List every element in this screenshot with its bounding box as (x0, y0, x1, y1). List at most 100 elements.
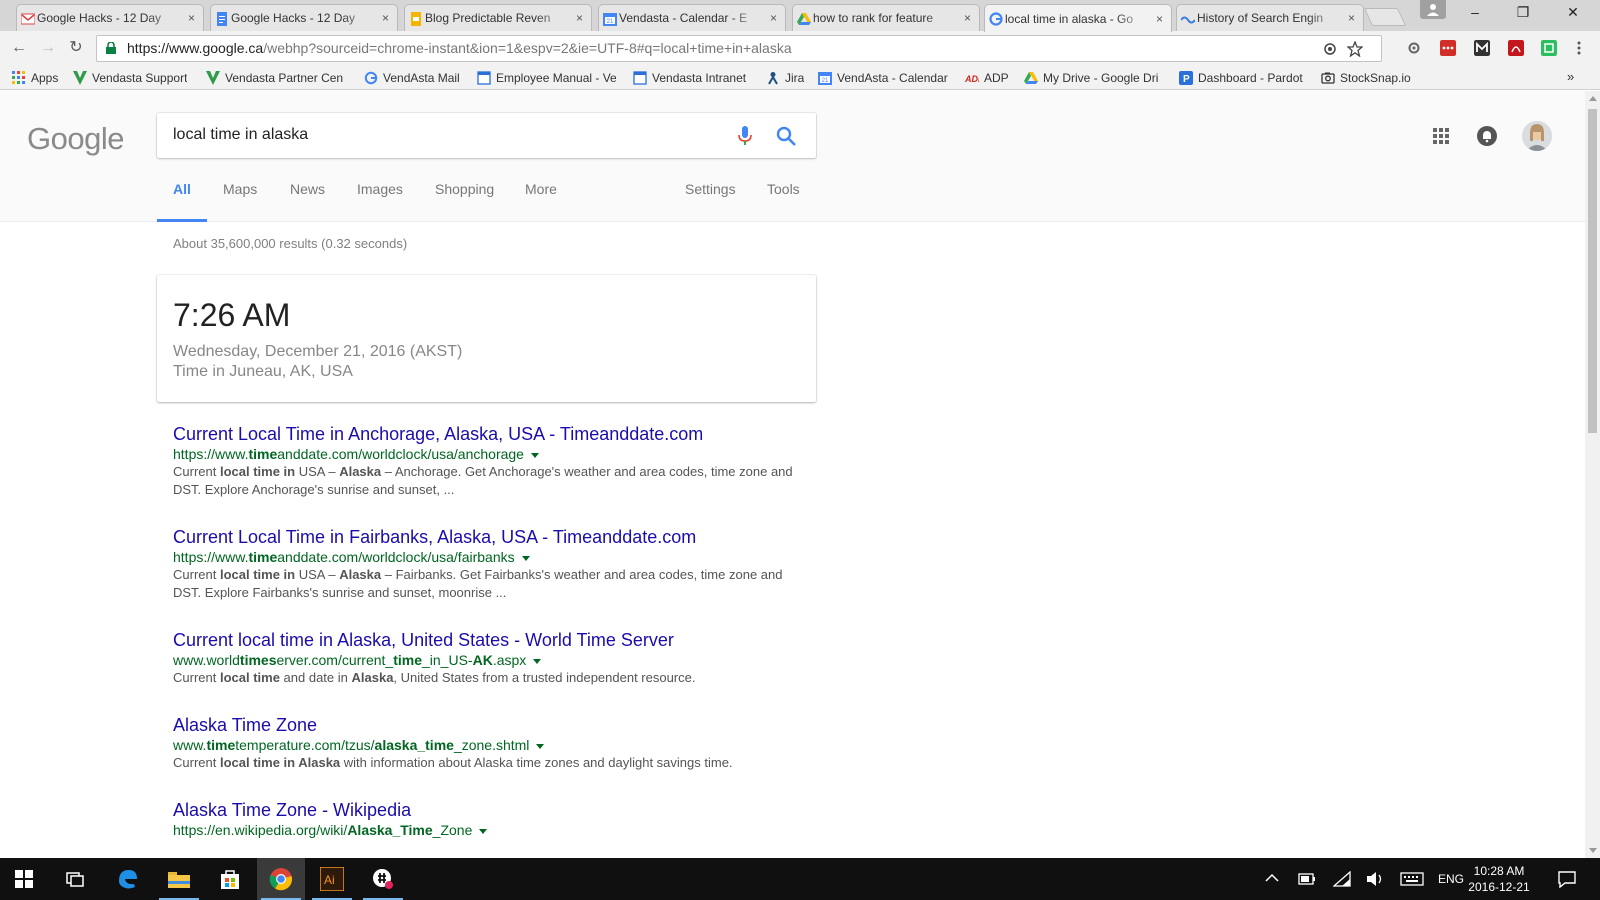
windows-start-button[interactable] (0, 858, 48, 900)
result-title-link[interactable]: Alaska Time Zone - Wikipedia (173, 799, 813, 821)
system-clock[interactable]: 10:28 AM 2016-12-21 (1466, 863, 1532, 895)
dropdown-caret-icon[interactable] (521, 555, 530, 561)
apps-grid-icon[interactable] (1429, 124, 1453, 148)
bookmark-vendasta-intranet[interactable]: Vendasta Intranet (633, 69, 746, 86)
mixmax-icon[interactable] (1474, 40, 1490, 56)
menu-kebab-icon[interactable] (1576, 40, 1582, 56)
calendar-icon: 21 (818, 71, 832, 85)
result-title-link[interactable]: Alaska Time Zone (173, 714, 813, 736)
tab-more[interactable]: More (525, 178, 557, 222)
close-icon[interactable]: × (188, 11, 195, 25)
taskbar-chrome[interactable] (257, 858, 305, 900)
avatar[interactable] (1522, 121, 1552, 151)
tab-all[interactable]: All (157, 178, 207, 222)
search-input[interactable]: local time in alaska (173, 126, 308, 144)
taskbar-edge[interactable] (104, 858, 152, 900)
language-indicator[interactable]: ENG (1438, 872, 1464, 886)
notifications-icon[interactable] (1475, 124, 1499, 148)
close-icon[interactable]: × (1348, 11, 1355, 25)
browser-tab-3[interactable]: Blog Predictable Reven × (404, 4, 592, 31)
tab-news[interactable]: News (290, 178, 325, 222)
search-box[interactable]: local time in alaska (157, 113, 816, 158)
browser-tab-4[interactable]: 21 Vendasta - Calendar - E × (598, 4, 786, 31)
browser-tab-2[interactable]: Google Hacks - 12 Day × (210, 4, 398, 31)
action-center-icon[interactable] (1557, 870, 1577, 888)
chevron-up-icon[interactable] (1265, 873, 1279, 883)
search-result: Alaska Time Zone www.timetemperature.com/… (173, 714, 813, 772)
taskbar-store[interactable] (206, 858, 254, 900)
taskbar-slack[interactable] (359, 858, 407, 900)
close-icon[interactable]: × (770, 11, 777, 25)
bookmark-adp[interactable]: ADP ADP (965, 69, 1009, 86)
dropdown-caret-icon[interactable] (479, 828, 488, 834)
tab-maps[interactable]: Maps (223, 178, 257, 222)
dropdown-caret-icon[interactable] (533, 658, 542, 664)
tab-settings[interactable]: Settings (685, 178, 736, 222)
bookmark-jira[interactable]: Jira (766, 69, 804, 86)
result-title-link[interactable]: Current local time in Alaska, United Sta… (173, 629, 813, 651)
tab-shopping[interactable]: Shopping (435, 178, 494, 222)
pdf-icon[interactable] (1508, 40, 1524, 56)
dropdown-caret-icon[interactable] (536, 743, 545, 749)
task-view-icon (66, 872, 84, 887)
bookmark-my-drive[interactable]: My Drive - Google Dri (1024, 69, 1163, 86)
browser-tab-6-active[interactable]: local time in alaska - Go × (984, 4, 1172, 32)
tab-tools[interactable]: Tools (767, 178, 800, 222)
result-title-link[interactable]: Current Local Time in Anchorage, Alaska,… (173, 423, 813, 445)
bookmark-apps[interactable]: Apps (12, 69, 58, 86)
chrome-icon (269, 868, 293, 891)
location-target-icon[interactable] (1322, 41, 1338, 57)
bookmark-vendasta-calendar[interactable]: 21 VendAsta - Calendar (818, 69, 948, 86)
scrollbar-thumb[interactable] (1588, 109, 1597, 433)
reload-button[interactable]: ↻ (66, 39, 86, 59)
back-button[interactable]: ← (9, 39, 29, 59)
bookmark-star-icon[interactable] (1347, 41, 1363, 57)
taskbar-file-explorer[interactable] (155, 858, 203, 900)
result-title-link[interactable]: Current Local Time in Fairbanks, Alaska,… (173, 526, 813, 548)
browser-tab-5[interactable]: how to rank for feature × (792, 4, 980, 31)
browser-tab-1[interactable]: Google Hacks - 12 Day × (16, 4, 204, 31)
search-result: Current Local Time in Fairbanks, Alaska,… (173, 526, 813, 602)
battery-icon[interactable] (1298, 873, 1316, 885)
close-icon[interactable]: × (576, 11, 583, 25)
keyboard-icon[interactable] (1400, 872, 1424, 886)
bookmark-vendasta-support[interactable]: Vendasta Support (73, 69, 187, 86)
tab-images[interactable]: Images (357, 178, 403, 222)
evernote-like-icon[interactable] (1541, 40, 1557, 56)
close-icon[interactable]: × (382, 11, 389, 25)
profile-icon[interactable] (1420, 0, 1446, 19)
scroll-down-arrow-icon[interactable] (1589, 848, 1597, 853)
forward-button[interactable]: → (38, 39, 58, 59)
dropdown-caret-icon[interactable] (530, 452, 539, 458)
bookmark-vendasta-mail[interactable]: VendAsta Mail (364, 69, 460, 86)
new-tab-button[interactable] (1363, 8, 1407, 26)
lastpass-icon[interactable] (1440, 40, 1456, 56)
address-bar[interactable]: https://www.google.ca/webhp?sourceid=chr… (96, 35, 1382, 62)
taskbar-illustrator[interactable]: Ai (308, 858, 356, 900)
network-icon[interactable] (1333, 871, 1351, 887)
browser-tab-7[interactable]: History of Search Engin × (1176, 4, 1364, 31)
result-url-part: AK (472, 652, 493, 668)
volume-icon[interactable] (1366, 871, 1384, 887)
search-icon[interactable] (775, 125, 797, 147)
bookmarks-overflow-button[interactable]: » (1567, 69, 1574, 84)
maximize-button[interactable]: ❐ (1503, 4, 1543, 21)
window-close-button[interactable]: ✕ (1553, 4, 1593, 21)
microphone-icon[interactable] (735, 125, 755, 147)
bookmark-vendasta-partner[interactable]: Vendasta Partner Cen (206, 69, 353, 86)
close-icon[interactable]: × (964, 11, 971, 25)
bookmark-employee-manual[interactable]: Employee Manual - Ve (477, 69, 616, 86)
store-icon (221, 870, 239, 889)
minimize-button[interactable]: – (1455, 4, 1495, 20)
close-icon[interactable]: × (1156, 12, 1163, 26)
result-url: www.worldtimeserver.com/current_time_in_… (173, 651, 813, 669)
bookmark-pardot[interactable]: P Dashboard - Pardot (1179, 69, 1303, 86)
bookmark-stocksnap[interactable]: StockSnap.io (1321, 69, 1411, 86)
task-view-button[interactable] (51, 858, 99, 900)
scroll-up-arrow-icon[interactable] (1589, 96, 1597, 101)
result-url-part: time (248, 446, 278, 462)
extension-gear-icon[interactable] (1406, 40, 1422, 56)
page-scrollbar[interactable] (1585, 91, 1600, 858)
google-logo[interactable]: Google (27, 121, 124, 157)
svg-text:Ai: Ai (324, 873, 335, 887)
